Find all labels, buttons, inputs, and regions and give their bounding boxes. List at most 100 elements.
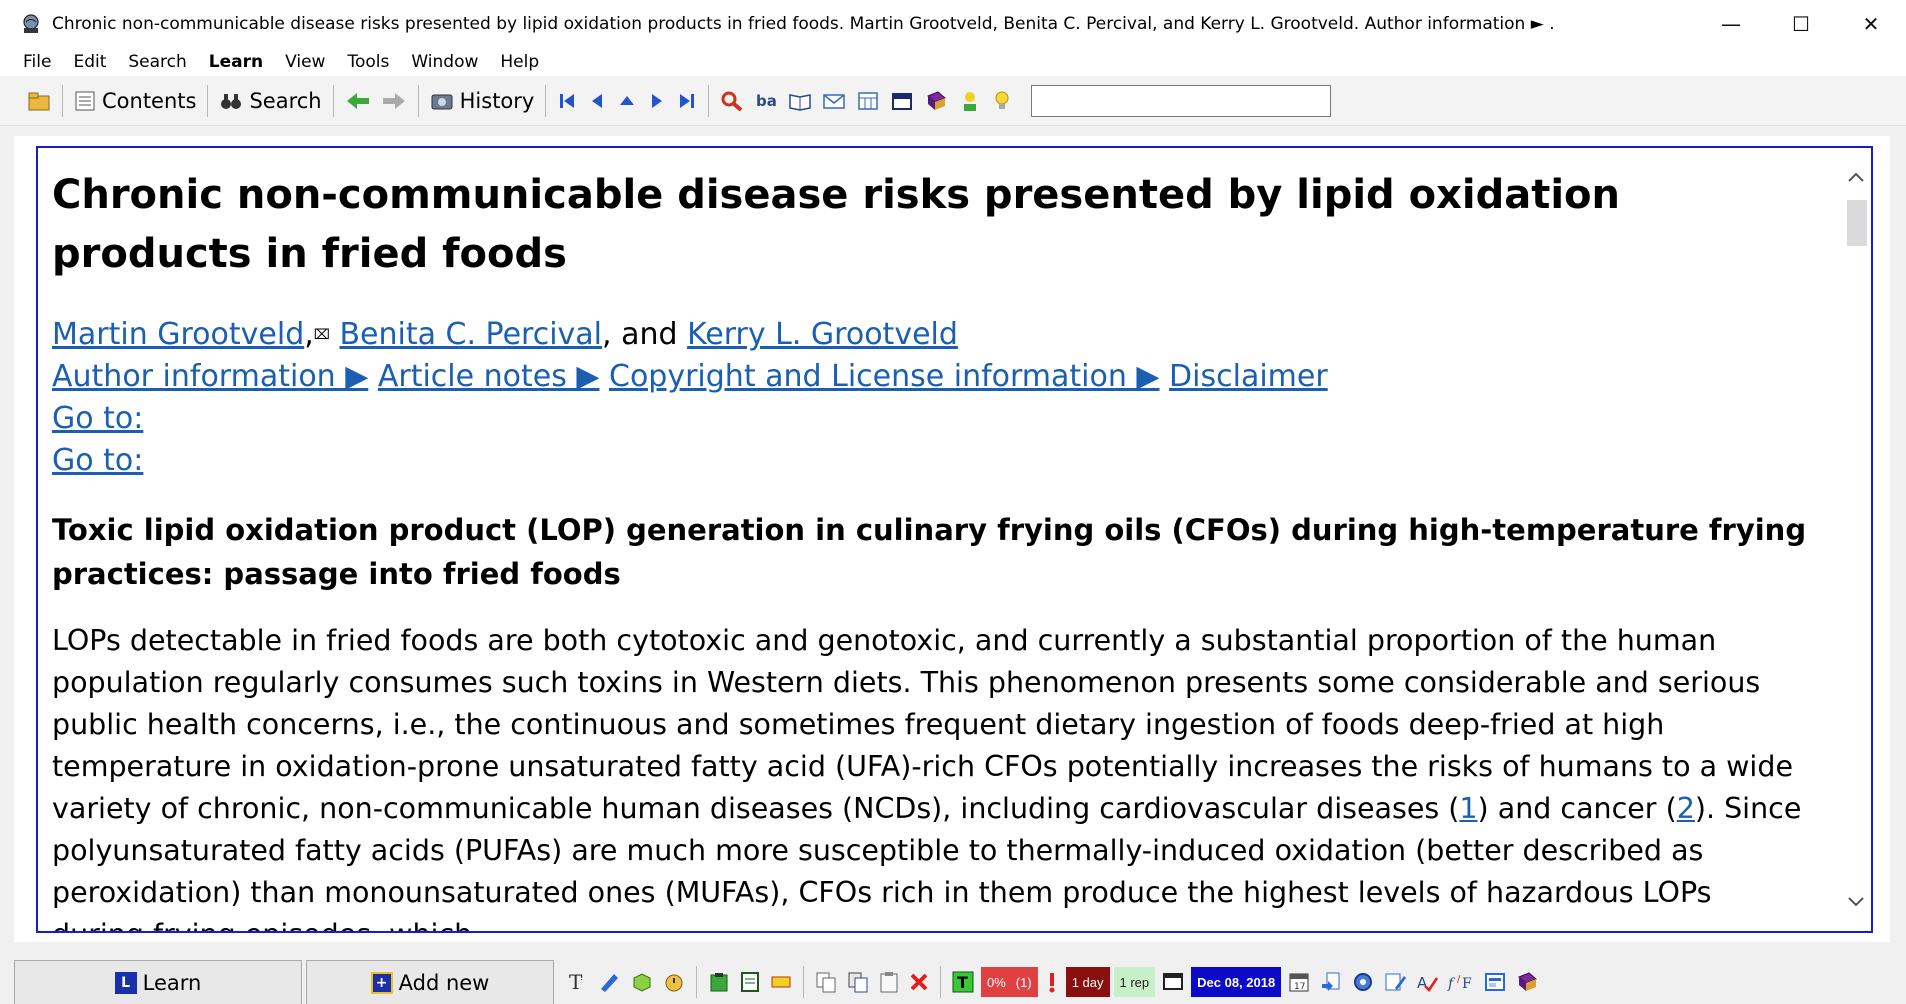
book-button[interactable] [783,83,817,119]
calendar-button[interactable]: 17 [1283,968,1315,996]
contents-button[interactable]: Contents [69,83,201,119]
next-button[interactable] [642,83,672,119]
contents-icon [75,91,95,110]
font-f-icon: f / F [1447,974,1472,992]
spell-check-button[interactable]: A [1411,968,1443,996]
text-format-icon: T: [569,970,583,994]
menu-window[interactable]: Window [400,52,489,72]
priority-button[interactable] [1040,968,1064,996]
edit-note-icon [1385,973,1407,991]
svg-text:T: T [957,973,968,992]
history-button[interactable]: History [425,83,540,119]
purple-book-icon [1518,972,1538,991]
find-button[interactable] [715,83,749,119]
skip-last-icon [680,93,695,108]
toolbar-separator [696,966,697,998]
replace-button[interactable]: ba [749,83,783,119]
scroll-up-button[interactable] [1841,162,1871,192]
calendar-button[interactable] [851,83,885,119]
vertical-scrollbar[interactable] [1841,148,1871,931]
timer-button[interactable] [658,968,690,996]
article-notes-link[interactable]: Article notes ▶ [378,359,600,394]
triangle-left-icon [592,93,603,108]
open-folder-button[interactable] [22,83,56,119]
disclaimer-link[interactable]: Disclaimer [1169,359,1328,394]
idea-button[interactable] [987,83,1017,119]
goto-link[interactable]: Go to: [52,401,143,436]
triangle-up-icon [620,95,635,105]
font-style-button[interactable]: f / F [1443,968,1479,996]
menu-tools[interactable]: Tools [336,52,400,72]
menu-learn[interactable]: Learn [198,52,274,72]
toolbar-separator [803,966,804,998]
maximize-button[interactable]: ☐ [1766,0,1836,48]
add-new-button[interactable]: + Add new [306,960,554,1004]
knowledge-tree-button[interactable] [1511,968,1543,996]
calendar-grid-icon [858,91,879,110]
author-link[interactable]: Benita C. Percival [339,317,602,352]
reference-link[interactable]: 1 [1459,792,1477,825]
reference-link[interactable]: 2 [1677,792,1695,825]
author-information-link[interactable]: Author information ▶ [52,359,368,394]
triangle-right-icon [652,93,663,108]
parent-button[interactable] [612,83,642,119]
forward-button[interactable] [376,83,412,119]
back-button[interactable] [340,83,376,119]
edit-note-button[interactable] [1379,968,1411,996]
topic-button[interactable]: T [947,968,979,996]
toolbar: Contents Search History ba [0,76,1906,126]
goto-link[interactable]: Go to: [52,443,143,478]
add-new-icon: + [370,971,393,994]
delete-button[interactable] [904,968,934,996]
reference-button[interactable] [1347,968,1379,996]
copy-format-button[interactable] [810,968,842,996]
skip-first-icon [560,93,575,108]
repetitions-badge: 1 rep [1113,967,1156,997]
copy-button[interactable] [842,968,874,996]
document-icon [741,972,759,992]
arrow-left-icon [346,92,369,109]
document-button[interactable] [735,968,765,996]
correspondence-mark[interactable]: ⌧ [314,327,330,343]
minimize-button[interactable]: — [1696,0,1766,48]
move-button[interactable] [1315,968,1347,996]
author-link[interactable]: Kerry L. Grootveld [687,317,958,352]
knowledge-book-button[interactable] [919,83,953,119]
text-format-button[interactable]: T: [562,968,594,996]
learn-label: Learn [142,970,202,995]
previous-button[interactable] [582,83,612,119]
cube-button[interactable] [626,968,658,996]
mail-button[interactable] [817,83,851,119]
scroll-thumb[interactable] [1847,200,1867,246]
highlight-button[interactable] [765,968,797,996]
search-button[interactable]: Search [214,83,326,119]
scroll-down-button[interactable] [1841,887,1871,917]
close-button[interactable]: ✕ [1836,0,1906,48]
next-repetition-date[interactable]: Dec 08, 2018 [1191,967,1282,997]
article-frame: Chronic non-communicable disease risks p… [36,146,1873,933]
learn-button[interactable]: L Learn [14,960,302,1004]
idea-person-button[interactable] [953,83,987,119]
interval-badge: 1 day [1065,967,1110,997]
author-link[interactable]: Martin Grootveld [52,317,304,352]
menu-file[interactable]: File [12,52,62,72]
toolbar-separator [332,84,334,117]
copyright-license-link[interactable]: Copyright and License information ▶ [609,359,1160,394]
edit-element-button[interactable] [594,968,626,996]
menu-view[interactable]: View [274,52,336,72]
menu-search[interactable]: Search [117,52,197,72]
first-button[interactable] [552,83,582,119]
menu-edit[interactable]: Edit [62,52,117,72]
toolbar-search-input[interactable] [1031,84,1332,117]
window-button[interactable] [885,83,919,119]
menu-help[interactable]: Help [489,52,550,72]
search-label: Search [249,88,322,113]
calendar-icon: 17 [1289,973,1309,992]
lightbulb-icon [995,91,1009,109]
template-button[interactable] [1479,968,1511,996]
clipboard-button[interactable] [874,968,904,996]
monitor-button[interactable] [1157,968,1189,996]
last-button[interactable] [672,83,702,119]
paste-button[interactable] [703,968,735,996]
marker-icon [771,976,791,988]
